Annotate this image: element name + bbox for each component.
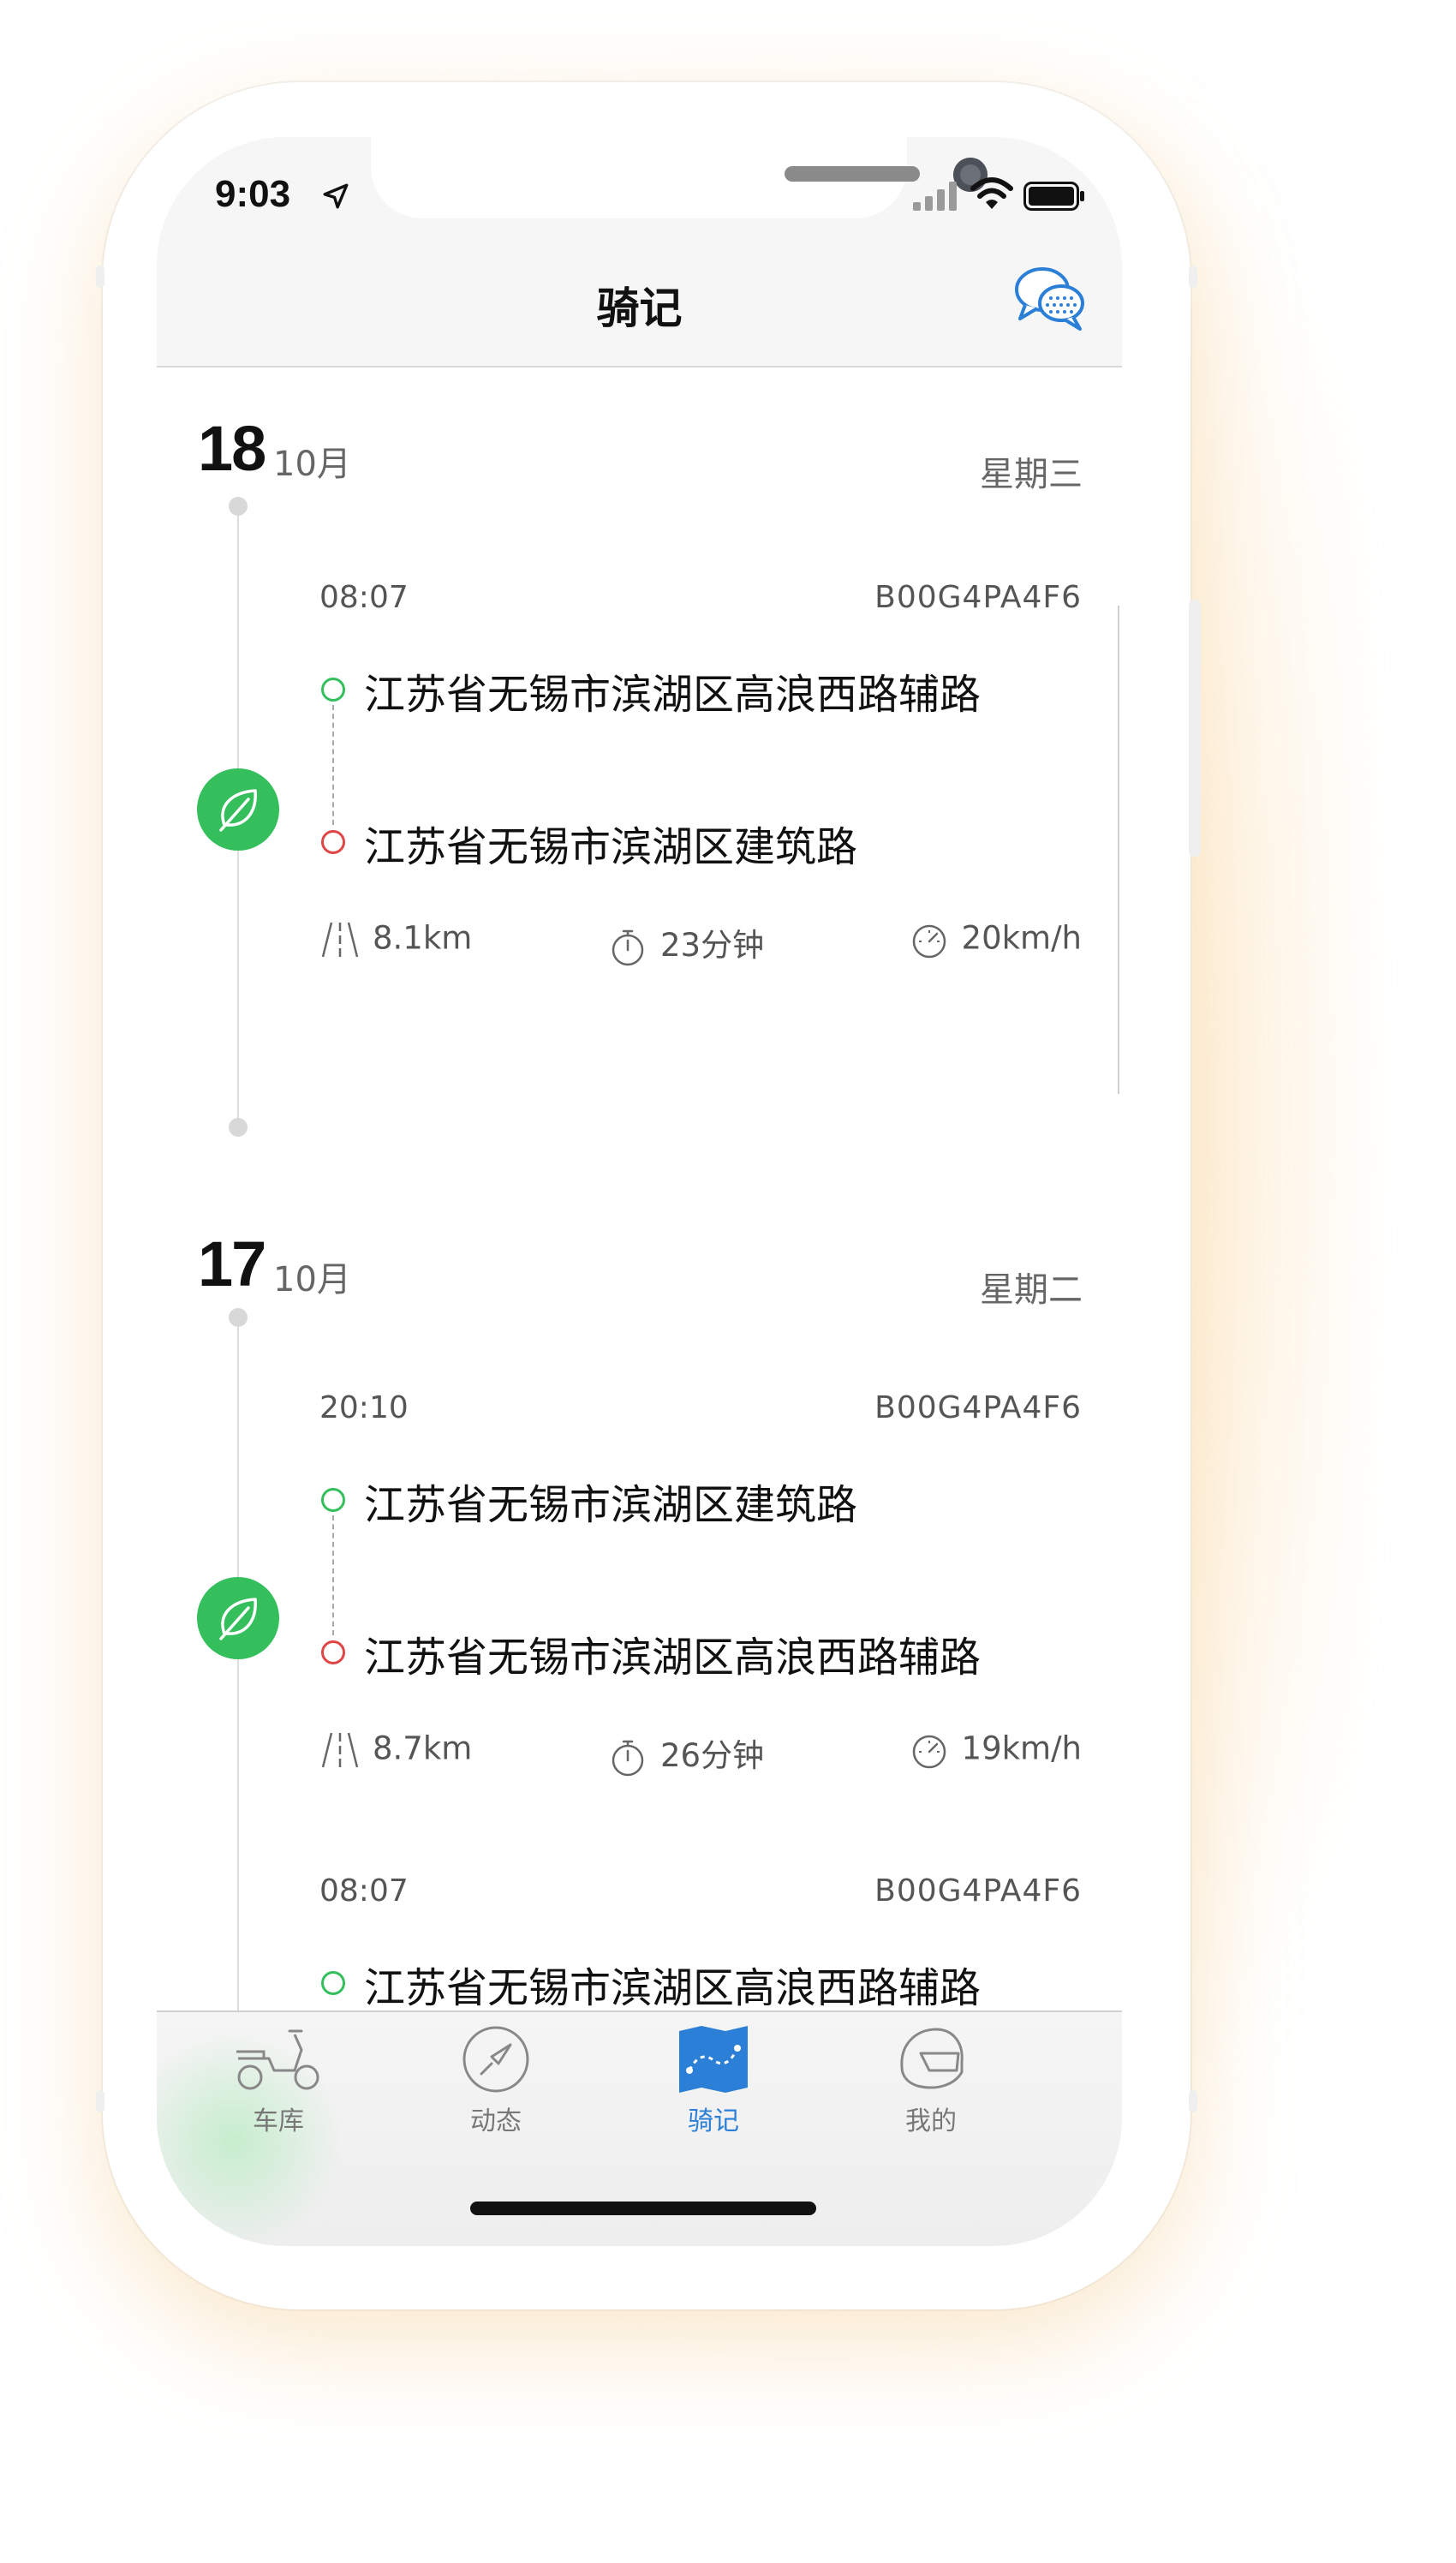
stat-duration: 23分钟 xyxy=(607,919,764,968)
distance-value: 8.1km xyxy=(373,919,473,957)
map-icon xyxy=(679,2026,748,2093)
side-button xyxy=(96,266,104,288)
side-button xyxy=(1189,266,1197,288)
leaf-badge-icon xyxy=(197,1577,279,1659)
speed-value: 20km/h xyxy=(961,919,1082,957)
scooter-icon xyxy=(236,2029,319,2090)
timeline-dot xyxy=(229,1308,248,1327)
stat-speed: 19km/h xyxy=(909,1730,1082,1771)
stat-speed: 20km/h xyxy=(909,919,1082,960)
vehicle-id: B00G4PA4F6 xyxy=(874,1873,1082,1909)
stopwatch-icon xyxy=(612,929,644,965)
tab-label: 动态 xyxy=(470,2106,522,2136)
home-indicator[interactable] xyxy=(470,2202,816,2215)
trip-card[interactable]: 08:07 B00G4PA4F6 江苏省无锡市滨湖区高浪西路辅路 江苏省无锡市滨… xyxy=(319,580,1082,1025)
start-address: 江苏省无锡市滨湖区高浪西路辅路 xyxy=(364,1964,982,2012)
day-month: 10月 xyxy=(273,445,351,484)
helmet-icon xyxy=(900,2028,964,2089)
chat-bubbles-icon[interactable] xyxy=(1013,264,1085,332)
speaker xyxy=(785,166,920,182)
weekday: 星期三 xyxy=(980,455,1083,494)
road-distance-icon xyxy=(321,1732,359,1768)
trip-time: 20:10 xyxy=(319,1390,409,1425)
start-point-icon xyxy=(321,678,345,702)
end-point-icon xyxy=(321,830,345,854)
timeline-dot xyxy=(229,497,248,516)
day-month: 10月 xyxy=(273,1260,351,1299)
stopwatch-icon xyxy=(612,1740,644,1776)
app-header: 9:03 骑记 xyxy=(157,137,1122,367)
phone-screen: 9:03 骑记 18 10月 星期三 08:07 B00G4PA4F6 江苏省无… xyxy=(157,137,1122,2246)
trip-card[interactable]: 08:07 B00G4PA4F6 江苏省无锡市滨湖区高浪西路辅路 xyxy=(319,1873,1082,2012)
scroll-indicator xyxy=(1118,606,1119,1094)
speedometer-icon xyxy=(912,1735,946,1769)
road-distance-icon xyxy=(321,922,359,958)
tab-ride-log[interactable]: 骑记 xyxy=(628,2024,799,2137)
duration-value: 26分钟 xyxy=(660,1737,765,1774)
notch xyxy=(371,137,988,218)
vehicle-id: B00G4PA4F6 xyxy=(874,580,1082,615)
start-address: 江苏省无锡市滨湖区高浪西路辅路 xyxy=(364,671,982,719)
leaf-badge-icon xyxy=(197,768,279,851)
trip-time: 08:07 xyxy=(319,580,409,615)
day-number: 17 xyxy=(198,1228,266,1299)
wifi-icon xyxy=(970,177,1013,209)
start-address: 江苏省无锡市滨湖区建筑路 xyxy=(364,1481,858,1529)
route-dash-line xyxy=(332,705,334,825)
tab-garage[interactable]: 车库 xyxy=(193,2024,364,2137)
status-time: 9:03 xyxy=(215,173,291,215)
compass-icon xyxy=(462,2026,529,2093)
side-button xyxy=(1189,2090,1197,2112)
stat-duration: 26分钟 xyxy=(607,1730,764,1778)
end-point-icon xyxy=(321,1640,345,1664)
tab-feed[interactable]: 动态 xyxy=(410,2024,582,2137)
start-point-icon xyxy=(321,1971,345,1995)
timeline-dot xyxy=(229,1118,248,1137)
stat-distance: 8.1km xyxy=(319,919,472,960)
location-arrow-icon xyxy=(323,183,349,209)
side-button xyxy=(96,2090,104,2112)
duration-value: 23分钟 xyxy=(660,927,765,964)
scene: 9:03 骑记 18 10月 星期三 08:07 B00G4PA4F6 江苏省无… xyxy=(0,0,1456,2563)
page-title: 骑记 xyxy=(596,284,683,333)
speedometer-icon xyxy=(912,924,946,959)
day-number: 18 xyxy=(198,413,266,484)
distance-value: 8.7km xyxy=(373,1730,473,1767)
timeline-line xyxy=(237,1317,239,2012)
tab-label: 车库 xyxy=(253,2106,304,2136)
tab-profile[interactable]: 我的 xyxy=(845,2024,1017,2137)
end-address: 江苏省无锡市滨湖区建筑路 xyxy=(364,823,858,871)
start-point-icon xyxy=(321,1488,345,1512)
route-dash-line xyxy=(332,1515,334,1635)
power-button xyxy=(1189,600,1201,857)
battery-icon xyxy=(1023,182,1084,211)
tab-label: 骑记 xyxy=(688,2106,739,2136)
speed-value: 19km/h xyxy=(961,1730,1082,1767)
tab-label: 我的 xyxy=(905,2106,957,2136)
trip-card[interactable]: 20:10 B00G4PA4F6 江苏省无锡市滨湖区建筑路 江苏省无锡市滨湖区高… xyxy=(319,1390,1082,1836)
vehicle-id: B00G4PA4F6 xyxy=(874,1390,1082,1425)
stat-distance: 8.7km xyxy=(319,1730,472,1771)
trip-time: 08:07 xyxy=(319,1873,409,1909)
cellular-signal-icon xyxy=(913,182,957,211)
end-address: 江苏省无锡市滨湖区高浪西路辅路 xyxy=(364,1634,982,1682)
weekday: 星期二 xyxy=(980,1270,1083,1310)
ride-log-list[interactable]: 18 10月 星期三 08:07 B00G4PA4F6 江苏省无锡市滨湖区高浪西… xyxy=(157,367,1122,2012)
